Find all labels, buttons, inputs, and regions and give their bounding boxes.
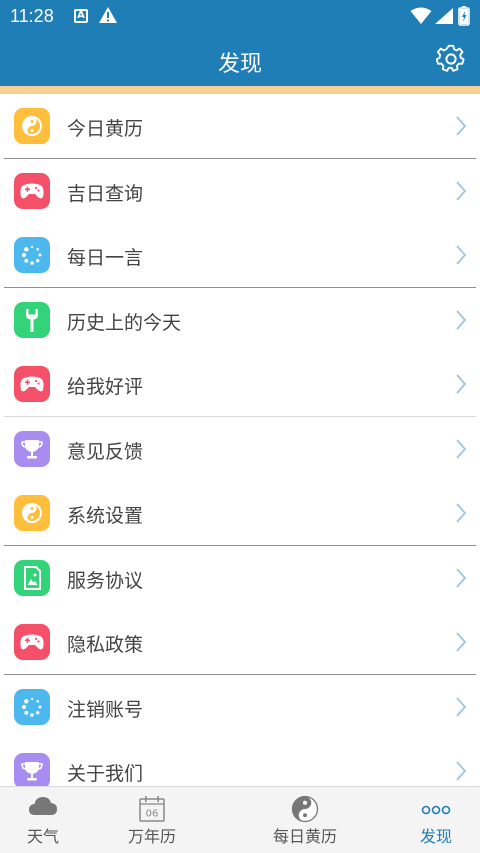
- page-title: 发现: [217, 52, 262, 77]
- menu-item-label: 系统设置: [67, 505, 144, 527]
- menu-item-label: 吉日查询: [67, 182, 144, 205]
- status-bar: 11:28 A: [0, 0, 480, 34]
- battery-charging-icon: [458, 6, 470, 26]
- menu-item-label: 给我好评: [67, 376, 144, 398]
- trophy-icon: [14, 753, 50, 786]
- tab-2[interactable]: 06 万年历: [102, 787, 202, 853]
- menu-item[interactable]: 历史上的今天: [0, 287, 480, 353]
- discover-menu-list: 今日黄历吉日查询每日一言历史上的今天 给我好评意见反馈系统设置服务协议隐私政策注销…: [0, 94, 480, 786]
- wifi-icon: [410, 7, 432, 24]
- status-time: 11:28: [10, 6, 54, 26]
- menu-item[interactable]: 关于我们: [0, 739, 480, 786]
- chevron-right-icon: [456, 696, 467, 717]
- menu-item-label: 注销账号: [67, 698, 144, 721]
- menu-item-label: 关于我们: [67, 763, 144, 785]
- cloud-icon: [29, 797, 57, 815]
- image-file-icon: [14, 559, 50, 596]
- calendar-day: 06: [146, 809, 159, 820]
- gamepad-icon: [14, 172, 50, 209]
- bottom-tab-bar: 天气 06 万年历 每日黄历 发现: [0, 786, 480, 853]
- menu-item-label: 历史上的今天: [67, 311, 182, 334]
- menu-item-label: 服务协议: [67, 569, 144, 592]
- loading-dots-icon: [14, 237, 50, 273]
- tab-3[interactable]: 每日黄历: [245, 787, 365, 853]
- tab-label: 万年历: [127, 827, 176, 846]
- chevron-right-icon: [456, 632, 467, 652]
- more-dots-icon: [421, 805, 451, 815]
- menu-item[interactable]: 给我好评: [0, 352, 480, 417]
- menu-item-label: 今日黄历: [67, 118, 144, 140]
- menu-item-label: 意见反馈: [67, 440, 144, 463]
- notification-a-icon: A: [74, 9, 88, 23]
- menu-item[interactable]: 吉日查询: [0, 158, 480, 224]
- tab-label: 每日黄历: [272, 827, 337, 846]
- loading-dots-icon: [14, 688, 50, 725]
- menu-item[interactable]: 每日一言: [0, 223, 480, 288]
- tab-4[interactable]: 发现: [396, 787, 476, 853]
- chevron-right-icon: [456, 374, 467, 394]
- gamepad-icon: [14, 624, 50, 660]
- tab-label: 天气: [26, 827, 59, 846]
- menu-item[interactable]: 系统设置: [0, 481, 480, 546]
- tab-label: 发现: [419, 827, 452, 846]
- chevron-right-icon: [456, 438, 467, 459]
- menu-item-label: 隐私政策: [67, 634, 144, 656]
- menu-item-label: 每日一言: [67, 247, 144, 269]
- chevron-right-icon: [456, 503, 467, 523]
- yin-yang-icon: [14, 108, 50, 144]
- warning-icon: [99, 7, 117, 23]
- menu-item[interactable]: 注销账号: [0, 674, 480, 740]
- title-bar: 发现: [0, 34, 480, 86]
- chevron-right-icon: [456, 309, 467, 330]
- yin-yang-icon: [14, 495, 50, 531]
- chevron-right-icon: [456, 761, 467, 781]
- chevron-right-icon: [456, 180, 467, 201]
- calendar-icon: 06: [139, 796, 165, 822]
- yin-yang-icon: [291, 795, 319, 823]
- chevron-right-icon: [456, 116, 467, 136]
- signal-icon: [435, 8, 453, 24]
- menu-item[interactable]: 意见反馈: [0, 416, 480, 482]
- chevron-right-icon: [456, 245, 467, 265]
- trophy-icon: [14, 430, 50, 467]
- notification-a-letter: A: [77, 10, 85, 21]
- tab-1[interactable]: 天气: [3, 787, 83, 853]
- menu-item[interactable]: 服务协议: [0, 545, 480, 611]
- chevron-right-icon: [456, 567, 467, 588]
- menu-item[interactable]: 隐私政策: [0, 610, 480, 675]
- wrench-icon: [14, 301, 50, 338]
- app-screen: 11:28 A 发现 今日黄历 吉日查询 每日一言 历史上的今天 给我好评 意见…: [0, 0, 480, 853]
- menu-item[interactable]: 今日黄历: [0, 94, 480, 159]
- gear-icon[interactable]: [436, 44, 466, 74]
- gamepad-icon: [14, 366, 50, 402]
- header-accent-strip: [0, 86, 480, 94]
